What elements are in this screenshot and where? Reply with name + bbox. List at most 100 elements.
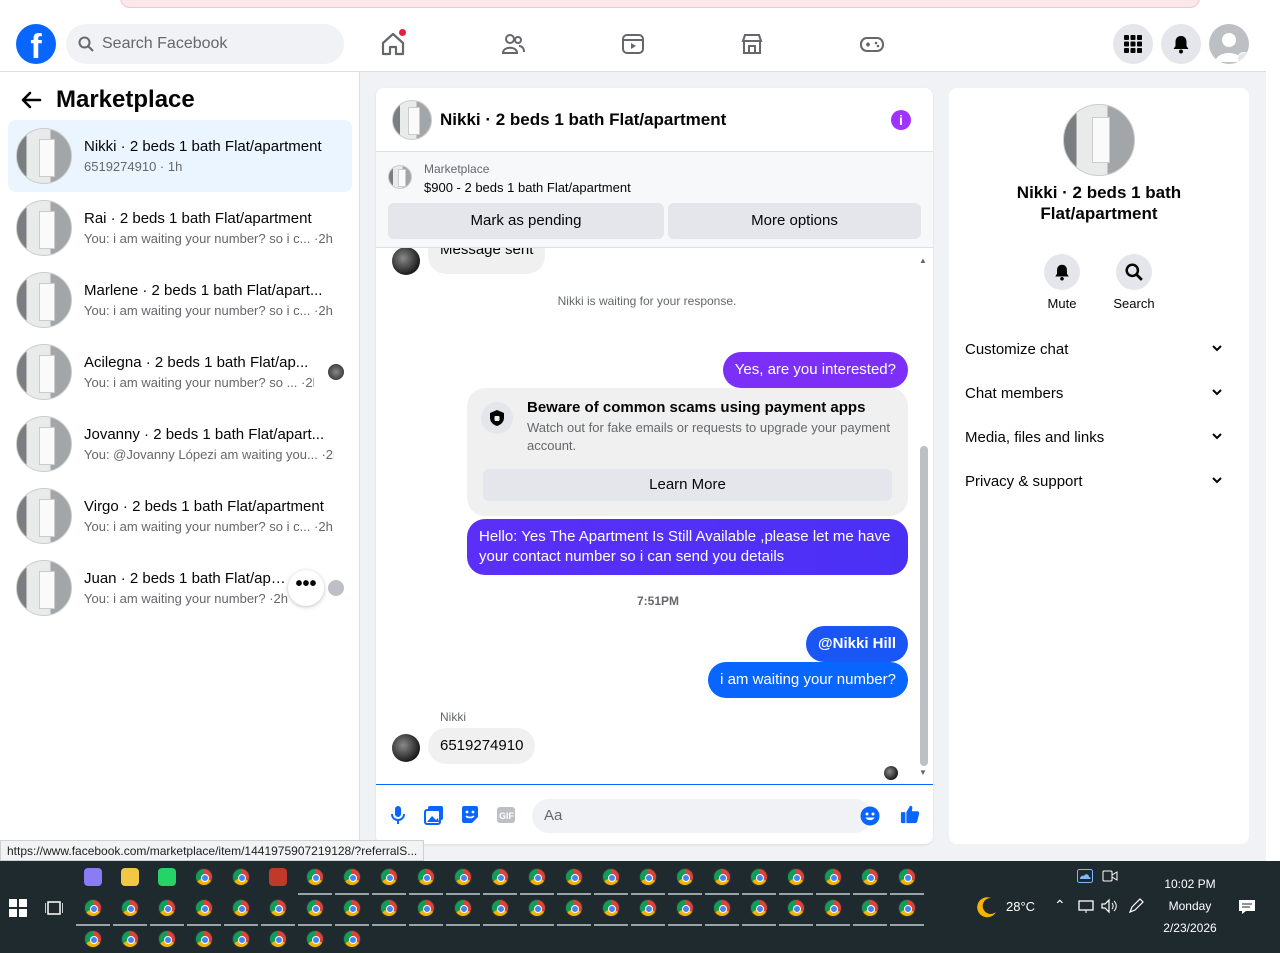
conversation-item[interactable]: Virgo · 2 beds 1 bath Flat/apartment You:…: [8, 480, 352, 552]
clock-time[interactable]: 10:02 PM: [1163, 877, 1217, 891]
chrome-window-icon[interactable]: [528, 868, 546, 886]
chrome-window-icon[interactable]: [158, 899, 176, 917]
clock-date[interactable]: 2/23/2026: [1160, 921, 1220, 935]
listing-title[interactable]: $900 - 2 beds 1 bath Flat/apartment: [424, 180, 631, 195]
chrome-window-icon[interactable]: [232, 930, 250, 948]
chrome-window-icon[interactable]: [676, 868, 694, 886]
facebook-logo[interactable]: f: [16, 24, 56, 64]
menu-grid-icon[interactable]: [1113, 24, 1153, 64]
like-icon[interactable]: [900, 804, 920, 824]
gif-icon[interactable]: GIF: [496, 805, 516, 825]
chat-title[interactable]: Nikki · 2 beds 1 bath Flat/apartment: [440, 110, 726, 130]
clock-day[interactable]: Monday: [1163, 899, 1217, 913]
customize-chat-row[interactable]: Customize chat: [965, 336, 1233, 364]
chrome-window-icon[interactable]: [232, 899, 250, 917]
mark-as-pending-button[interactable]: Mark as pending: [388, 203, 664, 239]
chrome-window-icon[interactable]: [380, 899, 398, 917]
chrome-window-icon[interactable]: [343, 868, 361, 886]
chrome-window-icon[interactable]: [491, 868, 509, 886]
info-icon[interactable]: i: [891, 110, 911, 130]
learn-more-button[interactable]: Learn More: [483, 469, 892, 501]
whatsapp-icon[interactable]: [158, 868, 176, 886]
chrome-window-icon[interactable]: [306, 930, 324, 948]
network-icon[interactable]: [1078, 898, 1094, 919]
home-icon[interactable]: [377, 28, 409, 60]
chrome-window-icon[interactable]: [639, 899, 657, 917]
back-arrow-icon[interactable]: [20, 89, 42, 111]
emoji-icon[interactable]: [860, 806, 880, 826]
chrome-window-icon[interactable]: [565, 899, 583, 917]
chrome-window-icon[interactable]: [306, 899, 324, 917]
search-input[interactable]: Search Facebook: [66, 24, 344, 64]
chrome-window-icon[interactable]: [750, 868, 768, 886]
chrome-window-icon[interactable]: [343, 930, 361, 948]
gaming-icon[interactable]: [856, 28, 888, 60]
chrome-window-icon[interactable]: [195, 930, 213, 948]
chrome-window-icon[interactable]: [491, 899, 509, 917]
chrome-window-icon[interactable]: [343, 899, 361, 917]
video-icon[interactable]: [617, 28, 649, 60]
chrome-window-icon[interactable]: [639, 868, 657, 886]
chrome-window-icon[interactable]: [713, 899, 731, 917]
conversation-item[interactable]: Marlene · 2 beds 1 bath Flat/apart... You…: [8, 264, 352, 336]
notification-center-icon[interactable]: [1238, 898, 1256, 921]
chrome-window-icon[interactable]: [824, 868, 842, 886]
privacy-support-row[interactable]: Privacy & support: [965, 468, 1233, 496]
conversation-item[interactable]: Rai · 2 beds 1 bath Flat/apartment You: i…: [8, 192, 352, 264]
page-scrollbar[interactable]: [1266, 16, 1280, 861]
search-in-conversation-button[interactable]: Search: [1104, 254, 1164, 311]
task-view-icon[interactable]: [44, 899, 64, 917]
meet-now-icon[interactable]: [1102, 869, 1118, 888]
app-icon[interactable]: [269, 868, 287, 886]
chrome-window-icon[interactable]: [269, 899, 287, 917]
microphone-icon[interactable]: [388, 805, 408, 825]
friends-icon[interactable]: [497, 28, 529, 60]
media-files-links-row[interactable]: Media, files and links: [965, 424, 1233, 452]
chrome-window-icon[interactable]: [417, 899, 435, 917]
chrome-window-icon[interactable]: [787, 899, 805, 917]
marketplace-icon[interactable]: [736, 28, 768, 60]
pen-icon[interactable]: [1128, 898, 1144, 919]
chrome-window-icon[interactable]: [84, 930, 102, 948]
chrome-window-icon[interactable]: [417, 868, 435, 886]
chrome-window-icon[interactable]: [750, 899, 768, 917]
chrome-window-icon[interactable]: [380, 868, 398, 886]
chrome-window-icon[interactable]: [787, 868, 805, 886]
message-input[interactable]: Aa: [532, 799, 872, 833]
chrome-window-icon[interactable]: [158, 930, 176, 948]
photo-icon[interactable]: [424, 805, 444, 825]
chrome-window-icon[interactable]: [528, 899, 546, 917]
chrome-window-icon[interactable]: [269, 930, 287, 948]
onedrive-icon[interactable]: [1077, 869, 1093, 888]
notifications-icon[interactable]: [1161, 24, 1201, 64]
chrome-window-icon[interactable]: [565, 868, 583, 886]
chrome-window-icon[interactable]: [84, 899, 102, 917]
chat-members-row[interactable]: Chat members: [965, 380, 1233, 408]
conversation-item[interactable]: Jovanny · 2 beds 1 bath Flat/apart... You…: [8, 408, 352, 480]
weather-temperature[interactable]: 28°C: [1006, 899, 1035, 914]
chat-scrollbar[interactable]: ▲ ▼: [917, 256, 929, 777]
more-options-button[interactable]: •••: [288, 570, 324, 606]
chrome-window-icon[interactable]: [861, 899, 879, 917]
chevron-up-icon[interactable]: ⌃: [1054, 897, 1066, 914]
chrome-window-icon[interactable]: [454, 868, 472, 886]
chrome-window-icon[interactable]: [898, 868, 916, 886]
mute-button[interactable]: Mute: [1032, 254, 1092, 311]
chrome-icon[interactable]: [232, 868, 250, 886]
chrome-window-icon[interactable]: [861, 868, 879, 886]
chrome-window-icon[interactable]: [121, 930, 139, 948]
chrome-window-icon[interactable]: [676, 899, 694, 917]
chrome-window-icon[interactable]: [195, 899, 213, 917]
chrome-window-icon[interactable]: [121, 899, 139, 917]
chrome-window-icon[interactable]: [306, 868, 324, 886]
chrome-window-icon[interactable]: [898, 899, 916, 917]
account-icon[interactable]: [1209, 24, 1249, 64]
chrome-window-icon[interactable]: [824, 899, 842, 917]
file-explorer-icon[interactable]: [121, 868, 139, 886]
more-options-button[interactable]: More options: [668, 203, 921, 239]
conversation-item[interactable]: Acilegna · 2 beds 1 bath Flat/ap... You: …: [8, 336, 352, 408]
chrome-icon[interactable]: [195, 868, 213, 886]
copilot-icon[interactable]: [84, 868, 102, 886]
chrome-window-icon[interactable]: [602, 899, 620, 917]
volume-icon[interactable]: [1101, 898, 1117, 919]
